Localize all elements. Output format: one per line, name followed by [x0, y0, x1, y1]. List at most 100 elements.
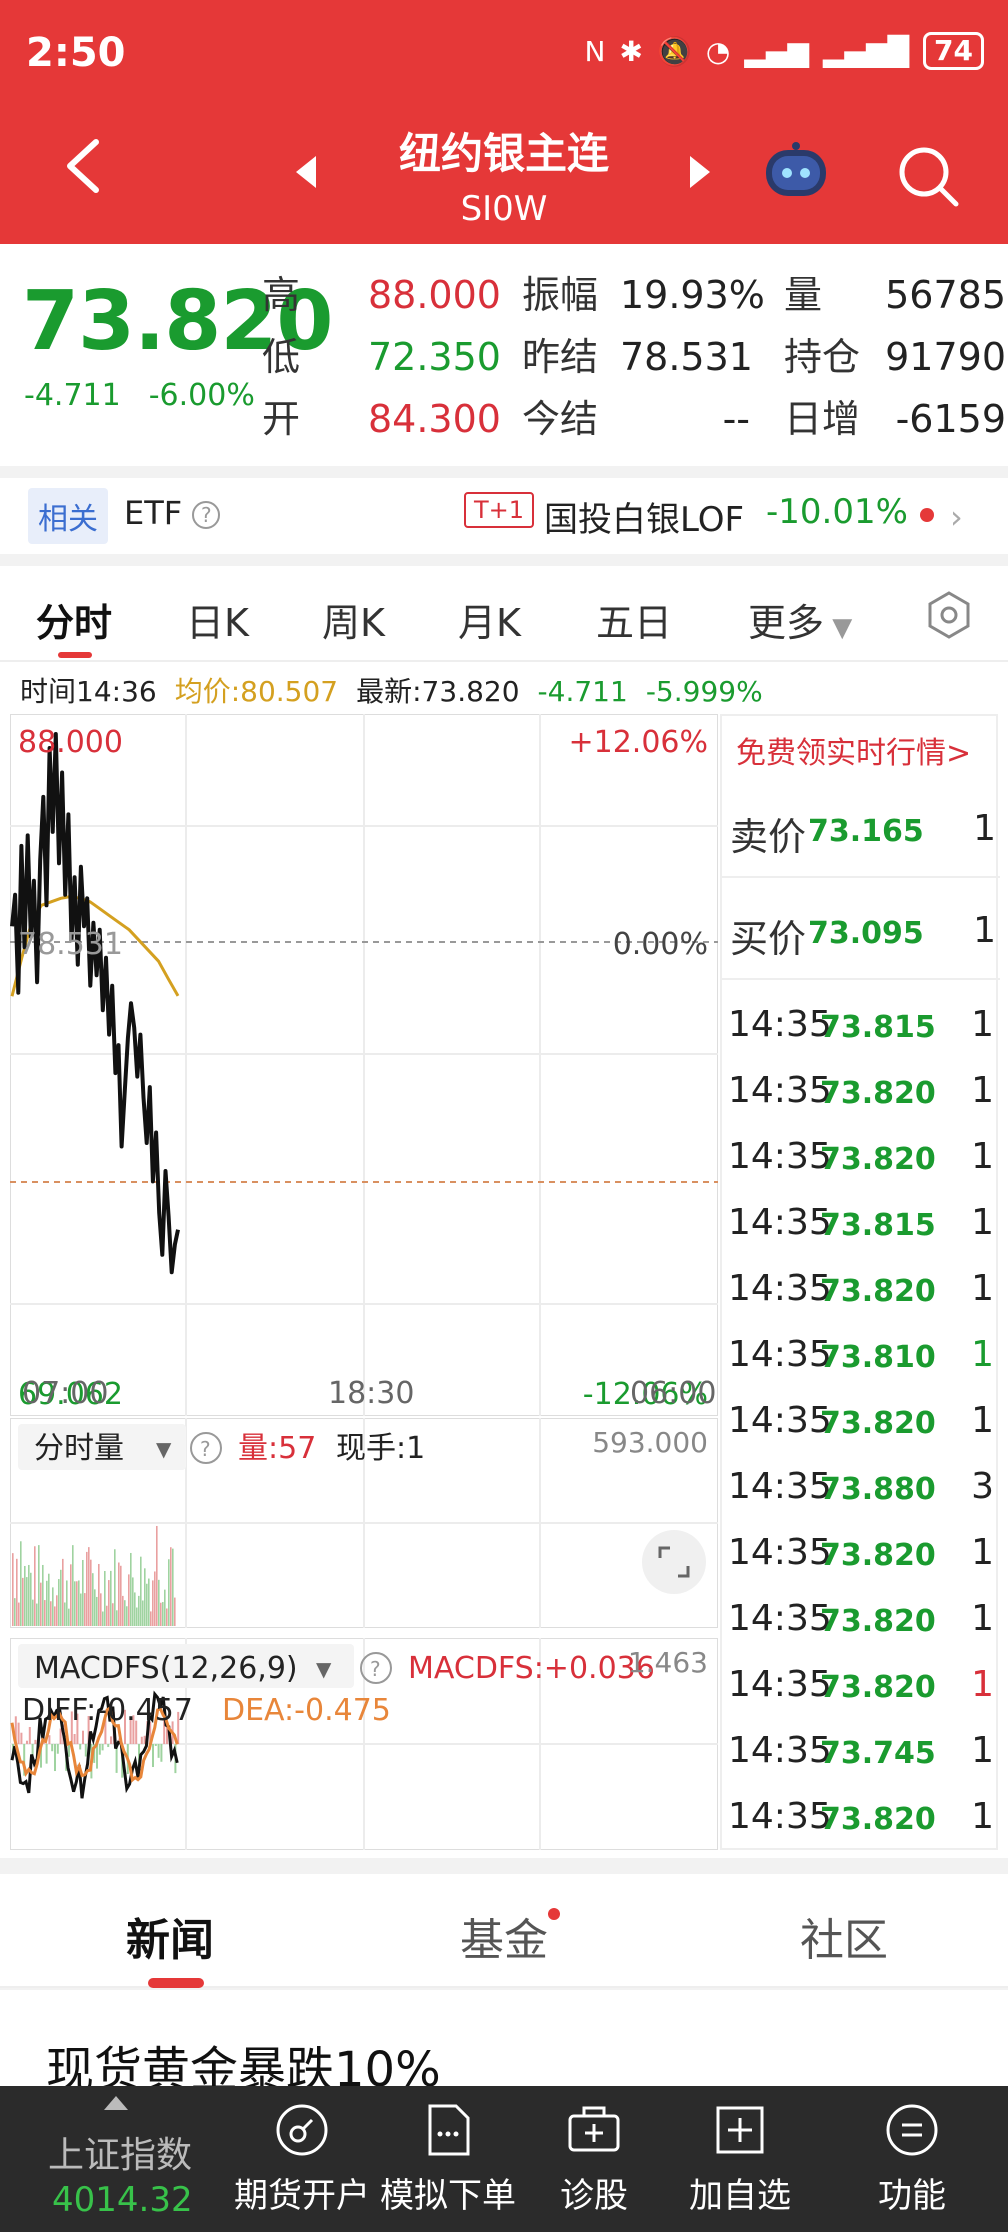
tick-price: 73.820 — [820, 1274, 936, 1309]
volume-bar — [162, 1602, 164, 1626]
chart-section: 分时 日K 周K 月K 五日 更多 ▼ 时间14:36 均价:80.507 最新:7… — [0, 566, 1008, 1858]
tab-fund[interactable]: 基金 — [460, 1904, 548, 1968]
index-value: 4014.32 — [52, 2180, 193, 2220]
volume-bar — [64, 1602, 66, 1626]
high-value: 88.000 — [368, 273, 501, 317]
add-watchlist-button[interactable]: 加自选 — [670, 2102, 810, 2217]
volume-bar — [32, 1599, 34, 1626]
volume-bar — [60, 1569, 62, 1626]
volume-bar — [86, 1551, 88, 1626]
tick-volume: 1 — [971, 1004, 994, 1045]
tab-community[interactable]: 社区 — [800, 1904, 888, 1968]
search-icon[interactable] — [896, 144, 960, 208]
tick-price: 73.820 — [820, 1670, 936, 1705]
chevron-right-icon[interactable]: › — [950, 498, 963, 536]
volume-bar — [30, 1572, 32, 1626]
bluetooth-icon: ✱ — [619, 34, 643, 68]
tab-five-day[interactable]: 五日 — [596, 592, 672, 647]
up-arrow-icon[interactable] — [104, 2096, 128, 2110]
macd-bar — [101, 1744, 104, 1751]
volume-bar — [40, 1582, 42, 1626]
help-icon[interactable]: ? — [192, 501, 221, 529]
functions-button[interactable]: 功能 — [842, 2102, 982, 2217]
amp-label: 振幅 — [522, 273, 599, 317]
tick-volume: 1 — [971, 1070, 994, 1111]
related-etf-bar[interactable]: 相关 ETF ? T+1 国投白银LOF -10.01% › — [0, 478, 1008, 554]
low-value: 72.350 — [368, 335, 501, 379]
volume-bar — [128, 1574, 130, 1626]
help-icon-glyph: ? — [370, 1657, 381, 1681]
bid-label: 买价 — [730, 917, 807, 961]
realtime-quote-link[interactable]: 免费领实时行情> — [736, 728, 971, 772]
index-name[interactable]: 上证指数 — [48, 2126, 192, 2178]
document-icon — [428, 2104, 470, 2156]
tick-time: 14:35 — [728, 1334, 832, 1375]
tab-news[interactable]: 新闻 — [126, 1904, 214, 1968]
tick-price: 73.820 — [820, 1406, 936, 1441]
tab-daily-k[interactable]: 日K — [186, 592, 249, 647]
expand-icon[interactable] — [642, 1530, 706, 1594]
quote-values-col2: 19.93% 78.531 -- — [620, 264, 765, 450]
volume-bar — [164, 1589, 166, 1626]
volume-hand: 现手:1 — [336, 1431, 425, 1466]
macd-bar — [157, 1744, 160, 1758]
tick-time: 14:35 — [728, 1796, 832, 1837]
macd-bar — [48, 1735, 51, 1744]
volume-bar — [142, 1600, 144, 1626]
oi-value: 91790 — [885, 335, 1006, 379]
tick-panel: 免费领实时行情> 卖价 73.165 1 买价 73.095 1 14:35 73… — [720, 714, 1000, 1850]
sim-order-button[interactable]: 模拟下单 — [378, 2102, 518, 2217]
tab-monthly-k[interactable]: 月K — [458, 592, 521, 647]
next-contract-icon[interactable] — [688, 154, 712, 190]
volume-bar — [68, 1608, 70, 1626]
futures-account-button[interactable]: 期货开户 — [232, 2102, 372, 2217]
diagnose-stock-button[interactable]: 诊股 — [524, 2102, 664, 2217]
tab-intraday[interactable]: 分时 — [36, 592, 112, 647]
robot-assistant-icon[interactable] — [760, 140, 832, 204]
signal-icon: ▂▄▆█ — [822, 34, 910, 68]
volume-selector[interactable]: 分时量 — [34, 1431, 124, 1466]
top-price-label: 88.000 — [18, 725, 123, 760]
macd-bar — [68, 1744, 70, 1757]
tab-weekly-k[interactable]: 周K — [322, 592, 385, 647]
back-arrow-icon[interactable] — [62, 136, 102, 196]
tick-volume: 1 — [971, 1136, 994, 1177]
volume-bar — [98, 1563, 100, 1626]
volume-bar — [102, 1611, 104, 1626]
volume-bar — [72, 1545, 74, 1626]
lof-name[interactable]: 国投白银LOF — [544, 492, 744, 541]
macd-chart[interactable]: MACDFS(12,26,9) ▼ ? MACDFS:+0.036 1.463 … — [10, 1638, 718, 1850]
macd-bar — [59, 1728, 62, 1744]
volume-bar — [134, 1592, 136, 1626]
prevsettle-label: 昨结 — [522, 335, 599, 379]
tick-row: 14:35 73.820 1 — [722, 1652, 1000, 1720]
quote-values-col3: 56785 91790 -6159 — [880, 264, 1006, 450]
tick-volume: 1 — [971, 1598, 994, 1639]
vol-label: 量 — [784, 273, 823, 317]
settings-hex-icon[interactable] — [924, 590, 974, 640]
change-value: -4.711 — [24, 378, 121, 413]
volume-chart[interactable]: 分时量 ▼ ? 量:57 现手:1 593.000 — [10, 1418, 718, 1628]
tick-row: 14:35 73.820 1 — [722, 1388, 1000, 1456]
volume-bar — [172, 1548, 174, 1626]
volume-bar — [26, 1577, 28, 1626]
related-tag: 相关 — [28, 488, 108, 544]
volume-bar — [80, 1593, 82, 1626]
volume-bar — [168, 1559, 170, 1626]
intraday-price-chart[interactable]: 88.000 +12.06% 78.531 0.00% 69.062 -12.0… — [10, 714, 718, 1416]
tick-row: 14:35 73.820 1 — [722, 1586, 1000, 1654]
volume-bar — [28, 1564, 30, 1626]
volume-bar — [118, 1562, 120, 1626]
prevsettle-value: 78.531 — [620, 335, 753, 379]
prev-contract-icon[interactable] — [294, 154, 318, 190]
change-pct: -6.00% — [148, 378, 255, 413]
news-headline[interactable]: 现货黄金暴跌10% — [0, 1990, 1008, 2098]
tab-more[interactable]: 更多 ▼ — [748, 592, 852, 647]
volume-bar — [148, 1578, 150, 1626]
volume-bar — [66, 1580, 68, 1626]
volume-bar — [106, 1605, 108, 1626]
mid-price-label: 78.531 — [18, 927, 123, 962]
macd-selector[interactable]: MACDFS(12,26,9) — [34, 1651, 298, 1686]
volume-bar — [56, 1595, 58, 1626]
quote-values-col1: 88.000 72.350 84.300 — [368, 264, 501, 450]
